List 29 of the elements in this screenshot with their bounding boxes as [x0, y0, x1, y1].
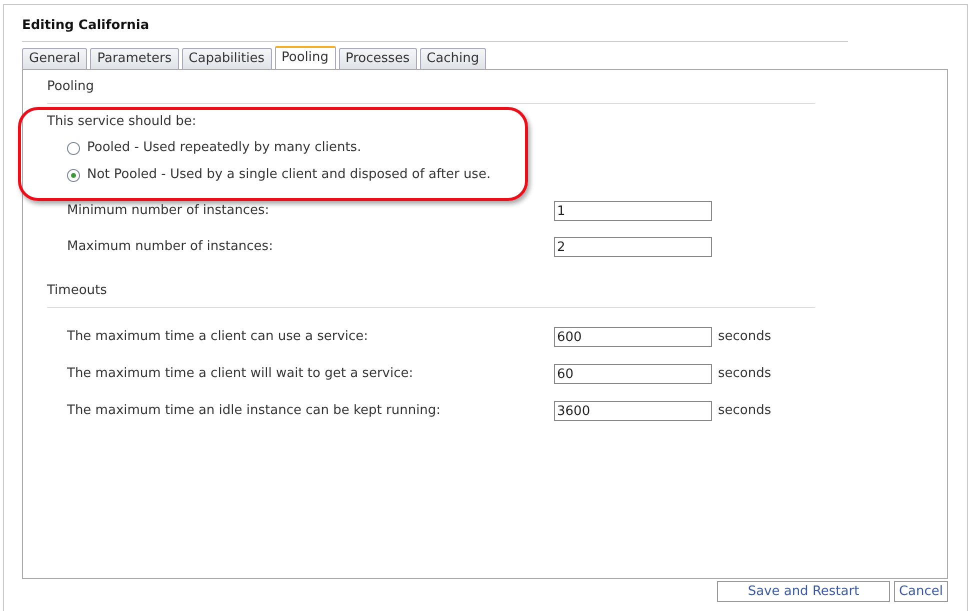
button[interactable]: Save and Restart [717, 581, 890, 602]
field-label: The maximum time a client can use a service: [67, 328, 370, 346]
section-heading: Timeouts [47, 283, 108, 299]
field-label: The maximum time an idle instance can be kept running: [67, 402, 442, 420]
tab[interactable]: Parameters [90, 48, 179, 69]
window-title: Editing California [22, 17, 150, 34]
tab[interactable]: Processes [338, 48, 417, 69]
unit-label: seconds [718, 365, 772, 384]
prompt-text: This service should be: [47, 114, 198, 130]
input-field[interactable]: 2 [554, 237, 712, 257]
field-label: The maximum time a client will wait to get a service: [67, 365, 414, 384]
input-field[interactable]: 1 [554, 201, 712, 221]
section-heading: Pooling [47, 79, 95, 95]
unit-label: seconds [718, 402, 772, 420]
input-field[interactable]: 60 [554, 364, 712, 384]
tab[interactable]: Caching [420, 48, 486, 69]
radio-button[interactable] [67, 142, 80, 154]
button[interactable]: Cancel [894, 581, 948, 602]
tab[interactable]: Capabilities [182, 48, 272, 69]
radio-button[interactable] [67, 168, 80, 182]
input-field[interactable]: 3600 [554, 401, 712, 421]
input-field[interactable]: 600 [554, 327, 712, 347]
tab[interactable]: Pooling [274, 46, 336, 69]
option-label: Pooled - Used repeatedly by many clients. [87, 139, 362, 158]
field-label: Maximum number of instances: [67, 238, 274, 256]
unit-label: seconds [718, 328, 772, 346]
option-label: Not Pooled - Used by a single client and disposed of after use. [87, 166, 491, 184]
field-label: Minimum number of instances: [67, 202, 270, 220]
tab[interactable]: General [22, 48, 88, 69]
